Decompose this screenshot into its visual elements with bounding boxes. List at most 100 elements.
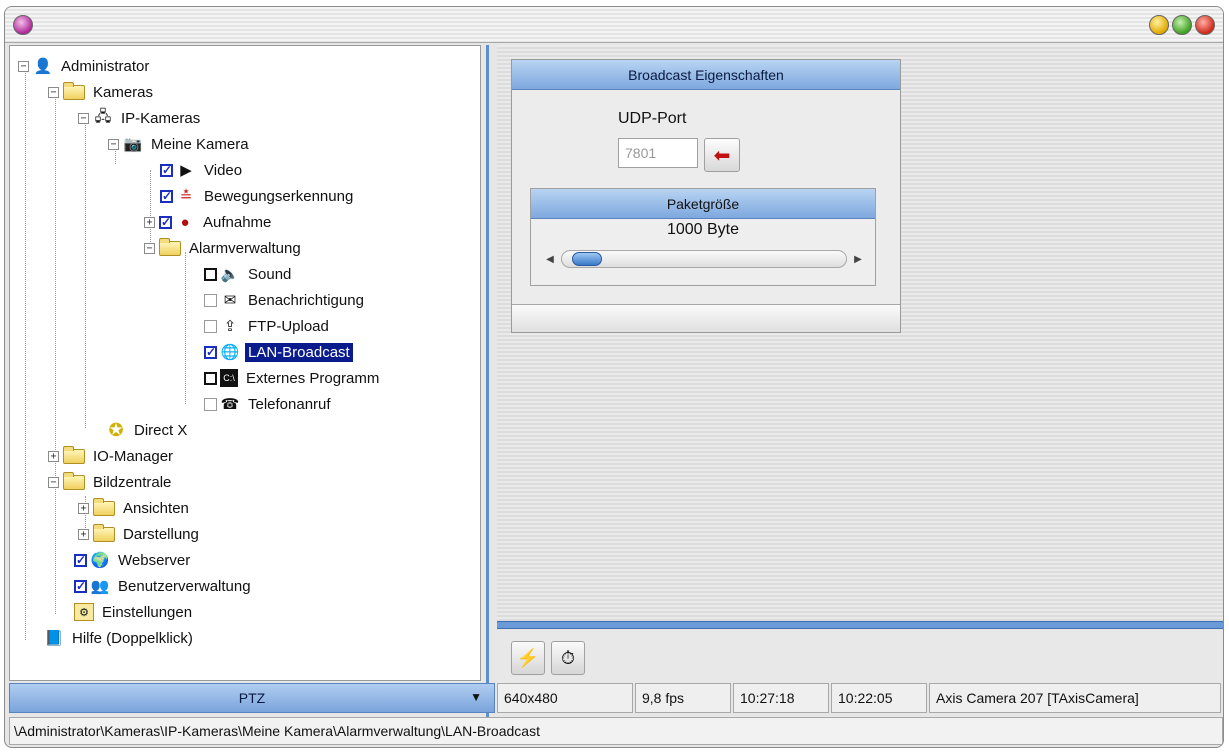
tree-item-label: Sound [248, 265, 292, 283]
ptz-dropdown[interactable]: PTZ ▼ [9, 683, 495, 713]
collapse-toggle[interactable]: − [48, 476, 59, 488]
tree-item-externes-programm[interactable]: C:\ Externes Programm [204, 366, 382, 390]
udp-port-label: UDP-Port [618, 110, 687, 127]
user-management-checkbox[interactable]: ✓ [74, 579, 87, 593]
slider-right-arrow-icon[interactable]: ▶ [847, 249, 869, 269]
folder-icon [63, 445, 85, 464]
tree-item-telefonanruf[interactable]: ☎ Telefonanruf [204, 392, 334, 416]
console-icon: C:\ [220, 369, 238, 387]
tree-item-label: Benutzerverwaltung [118, 577, 251, 595]
horizontal-splitter[interactable] [497, 621, 1223, 629]
collapse-toggle[interactable]: − [78, 112, 89, 124]
phone-call-checkbox[interactable] [204, 397, 217, 411]
tree-item-label: IP-Kameras [121, 109, 201, 127]
tree-item-ip-kameras[interactable]: − 🖧 IP-Kameras [78, 106, 203, 130]
tree-item-bildzentrale[interactable]: − Bildzentrale [48, 470, 174, 494]
apply-port-button[interactable]: ⬅ [704, 138, 740, 172]
tree-item-label: Ansichten [123, 499, 189, 517]
tree-item-label: Webserver [118, 551, 191, 569]
network-camera-icon: 🖧 [94, 107, 112, 125]
record-icon: ● [180, 213, 190, 231]
notification-checkbox[interactable] [204, 293, 217, 307]
tree-item-kameras[interactable]: − Kameras [48, 80, 156, 104]
slider-left-arrow-icon[interactable]: ◀ [539, 249, 561, 269]
tree-item-benachrichtigung[interactable]: ✉ Benachrichtigung [204, 288, 367, 312]
expand-toggle[interactable]: + [78, 528, 89, 540]
sound-checkbox[interactable] [204, 267, 217, 281]
folder-open-icon [63, 471, 85, 490]
directx-icon: ✪ [108, 419, 124, 440]
tree-item-administrator[interactable]: − 👤 Administrator [18, 54, 152, 78]
webserver-checkbox[interactable]: ✓ [74, 553, 87, 567]
tree-item-lan-broadcast[interactable]: ✓ 🌐 LAN-Broadcast [204, 340, 353, 364]
tree-item-hilfe[interactable]: 📘 Hilfe (Doppelklick) [44, 626, 196, 650]
collapse-toggle[interactable]: − [48, 86, 59, 98]
tree-item-ftp-upload[interactable]: ⇪ FTP-Upload [204, 314, 332, 338]
external-program-checkbox[interactable] [204, 371, 217, 385]
tree-item-benutzerverwaltung[interactable]: ✓ 👥 Benutzerverwaltung [74, 574, 254, 598]
tree-item-label: Telefonanruf [248, 395, 331, 413]
tree-item-ansichten[interactable]: + Ansichten [78, 496, 192, 520]
folder-icon [93, 523, 115, 542]
status-time-current: 10:27:18 [733, 683, 829, 713]
status-time-start: 10:22:05 [831, 683, 927, 713]
users-icon: 👥 [90, 578, 110, 595]
title-bar [5, 7, 1223, 43]
packet-size-title: Paketgröße [531, 189, 875, 219]
broadcast-checkbox[interactable]: ✓ [204, 345, 217, 359]
expand-toggle[interactable]: + [144, 216, 155, 228]
tree-item-webserver[interactable]: ✓ 🌍 Webserver [74, 548, 193, 572]
globe-icon: 🌍 [90, 552, 110, 569]
slider-thumb[interactable] [571, 252, 602, 266]
tree-item-io-manager[interactable]: + IO-Manager [48, 444, 176, 468]
ftp-checkbox[interactable] [204, 319, 217, 333]
folder-icon [93, 497, 115, 516]
collapse-toggle[interactable]: − [18, 60, 29, 72]
main-window: − 👤 Administrator − Kameras − 🖧 IP-Kamer… [4, 6, 1224, 748]
user-icon: 👤 [33, 58, 53, 75]
tree-item-bewegungserkennung[interactable]: ✓ ≛ Bewegungserkennung [160, 184, 356, 208]
packet-size-slider[interactable]: ◀ ▶ [539, 247, 869, 271]
tree-item-aufnahme[interactable]: + ✓ ● Aufnahme [144, 210, 274, 234]
vertical-splitter[interactable] [483, 45, 497, 741]
tree-item-einstellungen[interactable]: ⚙ Einstellungen [74, 600, 195, 624]
expand-toggle[interactable]: + [78, 502, 89, 514]
lightning-chain-icon: ⚡ [516, 647, 540, 668]
upload-icon: ⇪ [223, 318, 237, 335]
tree-item-alarmverwaltung[interactable]: − Alarmverwaltung [144, 236, 304, 260]
tree-item-label: Bildzentrale [93, 473, 172, 491]
motion-icon: ≛ [179, 188, 193, 205]
motion-checkbox[interactable]: ✓ [160, 189, 173, 203]
collapse-toggle[interactable]: − [144, 242, 155, 254]
tree-item-video[interactable]: ✓ ▶ Video [160, 158, 245, 182]
panel-title: Broadcast Eigenschaften [512, 60, 900, 90]
packet-size-value: 1000 Byte [666, 221, 740, 238]
tree-item-meine-kamera[interactable]: − 📷 Meine Kamera [108, 132, 252, 156]
settings-icon: ⚙ [74, 603, 94, 621]
status-bar: 640x480 9,8 fps 10:27:18 10:22:05 Axis C… [497, 683, 1223, 713]
packet-size-panel: Paketgröße 1000 Byte ◀ ▶ [530, 188, 876, 286]
navigation-tree: − 👤 Administrator − Kameras − 🖧 IP-Kamer… [9, 45, 481, 681]
tree-item-label: Administrator [61, 57, 150, 75]
tree-item-sound[interactable]: 🔈 Sound [204, 262, 294, 286]
status-camera: Axis Camera 207 [TAxisCamera] [929, 683, 1221, 713]
connect-button[interactable]: ⚡ [511, 641, 545, 675]
minimize-button[interactable] [1149, 15, 1169, 35]
arrow-left-icon: ⬅ [713, 144, 731, 167]
tree-item-darstellung[interactable]: + Darstellung [78, 522, 202, 546]
tree-item-label: Meine Kamera [151, 135, 249, 153]
slider-rail[interactable] [561, 250, 847, 268]
udp-port-input[interactable]: 7801 [618, 138, 698, 168]
collapse-toggle[interactable]: − [108, 138, 119, 150]
maximize-button[interactable] [1172, 15, 1192, 35]
folder-open-icon [63, 81, 85, 100]
expand-toggle[interactable]: + [48, 450, 59, 462]
timer-button[interactable]: ⏱ [551, 641, 585, 675]
panel-footer [512, 304, 900, 332]
close-button[interactable] [1195, 15, 1215, 35]
folder-open-icon [159, 237, 181, 256]
recording-checkbox[interactable]: ✓ [159, 215, 172, 229]
video-checkbox[interactable]: ✓ [160, 163, 173, 177]
tree-item-direct-x[interactable]: ✪ Direct X [106, 418, 190, 442]
window-menu-button[interactable] [13, 15, 33, 35]
